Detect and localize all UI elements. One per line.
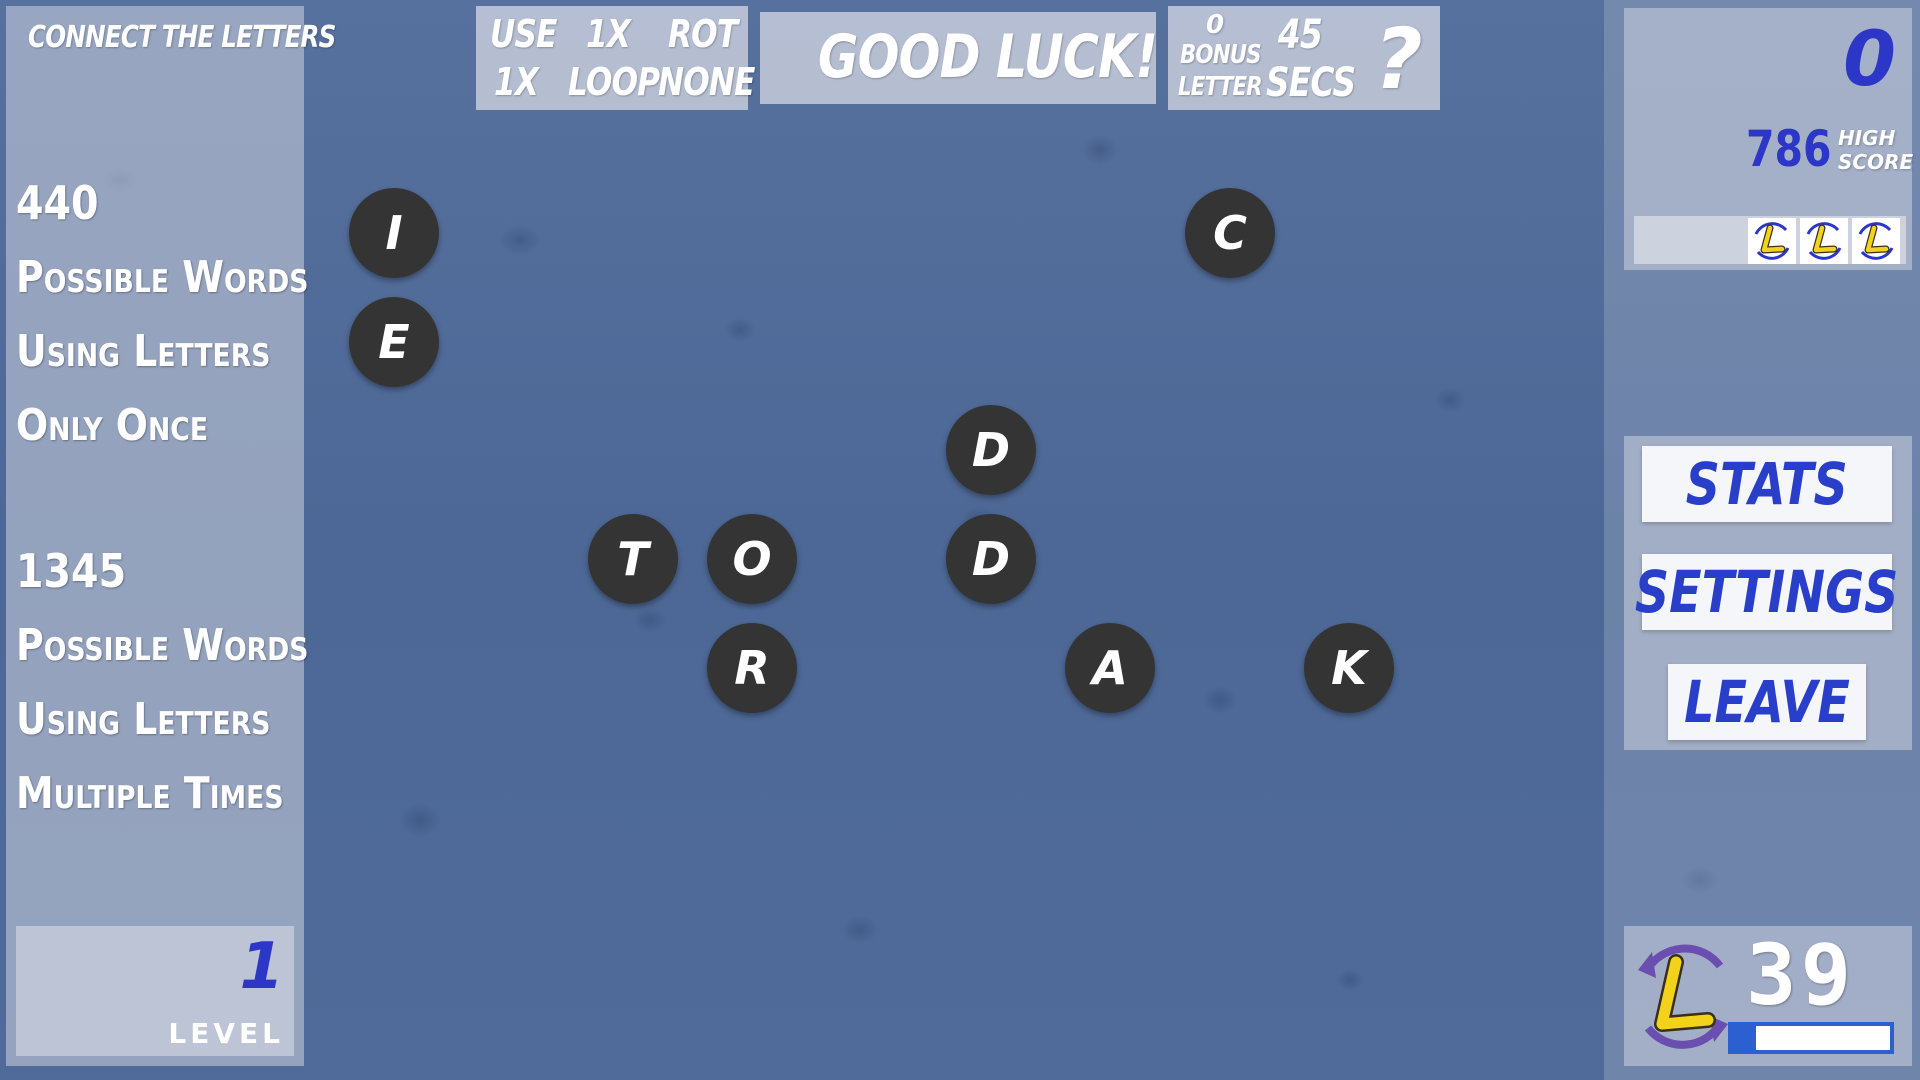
leave-button-label: LEAVE <box>1684 668 1850 736</box>
multi-line-1: Possible Words <box>16 620 309 671</box>
level-value: 1 <box>239 930 284 1004</box>
once-count: 440 <box>16 176 99 230</box>
timer-progress-fill <box>1755 1026 1890 1050</box>
use-value-2-text: 1X <box>494 60 539 104</box>
use-label: USE <box>490 12 571 56</box>
letter-tile[interactable]: T <box>588 514 678 604</box>
level-box: 1 LEVEL <box>16 926 294 1056</box>
rot-label: ROT <box>668 12 753 56</box>
current-score: 0 <box>1843 14 1896 103</box>
bonus-box: 0 BONUS LETTER 45 SECS ? <box>1168 6 1440 110</box>
once-line-3: Only Once <box>16 400 209 451</box>
rotate-l-icon <box>1638 944 1728 1049</box>
letter-tile[interactable]: E <box>349 297 439 387</box>
timer-value: 39 <box>1746 926 1856 1024</box>
message-box: GOOD LUCK! <box>760 12 1158 104</box>
stats-button[interactable]: STATS <box>1642 446 1892 522</box>
menu-panel: STATS SETTINGS LEAVE <box>1624 436 1912 750</box>
high-score: 786 <box>1746 120 1832 178</box>
letter-tile[interactable]: K <box>1304 623 1394 713</box>
timer-progress-track <box>1728 1022 1894 1054</box>
letter-tile[interactable]: R <box>707 623 797 713</box>
letter-tile[interactable]: I <box>349 188 439 278</box>
rot-label-text: ROT <box>668 12 738 56</box>
bonus-label-1: BONUS <box>1180 40 1279 70</box>
letter-tile[interactable]: A <box>1065 623 1155 713</box>
letter-tile[interactable]: D <box>946 514 1036 604</box>
once-line-2: Using Letters <box>16 326 271 377</box>
settings-button-label: SETTINGS <box>1635 558 1899 626</box>
level-label: LEVEL <box>168 1017 284 1050</box>
rot-value-text: NONE <box>658 60 755 104</box>
score-panel: 0 786 HIGH SCORE <box>1624 8 1914 270</box>
bonus-label-1-text: BONUS <box>1180 40 1262 70</box>
seconds-label-text: SECS <box>1266 60 1356 106</box>
use-value: 1X <box>586 12 640 56</box>
high-label-1: HIGH <box>1838 126 1896 150</box>
l-logo-icon <box>1852 218 1900 264</box>
multi-line-2: Using Letters <box>16 694 271 745</box>
seconds-label: SECS <box>1266 60 1375 106</box>
left-info-panel: CONNECT THE LETTERS 440 Possible Words U… <box>6 6 336 1066</box>
letter-tile[interactable]: D <box>946 405 1036 495</box>
l-logo-icon <box>1800 218 1848 264</box>
multi-line-3: Multiple Times <box>16 768 284 819</box>
lives-container <box>1748 218 1900 264</box>
l-logo-icon <box>1748 218 1796 264</box>
multi-count: 1345 <box>16 544 127 598</box>
use-label-text: USE <box>490 12 557 56</box>
stats-button-label: STATS <box>1686 450 1848 518</box>
seconds-value: 45 <box>1278 12 1332 58</box>
leave-button[interactable]: LEAVE <box>1668 664 1866 740</box>
high-label-2: SCORE <box>1838 150 1914 174</box>
message-text: GOOD LUCK! <box>818 22 1158 92</box>
seconds-value-text: 45 <box>1278 12 1323 58</box>
bonus-count: 0 <box>1206 10 1225 40</box>
use-value-2: 1X <box>494 60 548 104</box>
letter-tile[interactable]: O <box>707 514 797 604</box>
help-button[interactable]: ? <box>1374 10 1423 108</box>
loop-label-text: LOOP <box>568 60 660 104</box>
timer-panel: 39 <box>1624 926 1912 1066</box>
rot-value: NONE <box>658 60 776 104</box>
letter-tile[interactable]: C <box>1185 188 1275 278</box>
bonus-label-2: LETTER <box>1178 72 1280 102</box>
settings-button[interactable]: SETTINGS <box>1635 554 1899 630</box>
game-title: CONNECT THE LETTERS <box>28 20 403 55</box>
use-value-text: 1X <box>586 12 631 56</box>
bonus-label-2-text: LETTER <box>1178 72 1263 102</box>
rules-box: USE 1X ROT 1X LOOP NONE <box>476 6 755 110</box>
once-line-1: Possible Words <box>16 252 309 303</box>
game-title-text: CONNECT THE LETTERS <box>28 20 336 55</box>
